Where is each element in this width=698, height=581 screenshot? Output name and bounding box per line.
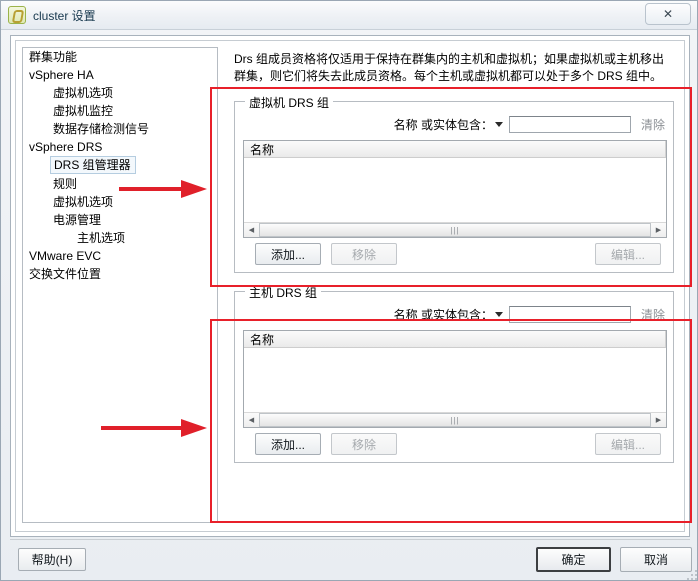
sidebar-item-datastore-heartbeat[interactable]: 数据存储检测信号	[23, 120, 217, 138]
scroll-right-icon[interactable]: ▶	[651, 413, 666, 427]
vm-edit-button: 编辑...	[595, 243, 661, 265]
vm-drs-group-list[interactable]: 名称 ◀ ||| ▶	[243, 140, 667, 238]
sidebar-row-drs-group-manager: DRS 组管理器	[23, 156, 217, 175]
sidebar-item-rules[interactable]: 规则	[23, 175, 217, 193]
footer-divider	[10, 539, 690, 540]
sidebar-item-vsphere-ha[interactable]: vSphere HA	[23, 66, 217, 84]
cluster-icon	[8, 6, 26, 24]
sidebar-item-cluster-features[interactable]: 群集功能	[23, 48, 217, 66]
vm-group-actions: 添加... 移除 编辑...	[235, 243, 673, 267]
scroll-right-icon[interactable]: ▶	[651, 223, 666, 237]
host-filter-clear-link[interactable]: 清除	[641, 306, 665, 323]
sidebar-item-host-options[interactable]: 主机选项	[23, 229, 217, 247]
vm-filter-input[interactable]	[508, 116, 631, 133]
title-bar: cluster 设置 ✕	[1, 1, 697, 30]
ok-button[interactable]: 确定	[536, 547, 611, 572]
sidebar-item-drs-vm-options[interactable]: 虚拟机选项	[23, 193, 217, 211]
host-remove-button: 移除	[331, 433, 397, 455]
cancel-button[interactable]: 取消	[620, 547, 692, 572]
vm-hscroll-thumb[interactable]: |||	[259, 223, 651, 237]
scroll-left-icon[interactable]: ◀	[244, 223, 259, 237]
host-filter-row: 名称 或实体包含： 清除	[394, 306, 665, 323]
sidebar-item-vmware-evc[interactable]: VMware EVC	[23, 247, 217, 265]
host-filter-input[interactable]	[508, 306, 631, 323]
window-title: cluster 设置	[33, 8, 96, 23]
dialog-content: 群集功能 vSphere HA 虚拟机选项 虚拟机监控 数据存储检测信号 vSp…	[10, 35, 690, 537]
help-button[interactable]: 帮助(H)	[18, 548, 86, 571]
vm-drs-group-box: 虚拟机 DRS 组 名称 或实体包含： 清除 名称 ◀ ||| ▶ 添加... …	[234, 94, 674, 273]
host-drs-group-title: 主机 DRS 组	[245, 284, 322, 301]
chevron-down-icon[interactable]	[494, 122, 503, 127]
settings-tree[interactable]: 群集功能 vSphere HA 虚拟机选项 虚拟机监控 数据存储检测信号 vSp…	[22, 47, 218, 523]
host-group-actions: 添加... 移除 编辑...	[235, 433, 673, 457]
vm-list-hscrollbar[interactable]: ◀ ||| ▶	[244, 222, 666, 237]
content-inner-frame: 群集功能 vSphere HA 虚拟机选项 虚拟机监控 数据存储检测信号 vSp…	[15, 40, 685, 532]
sidebar-item-vsphere-drs[interactable]: vSphere DRS	[23, 138, 217, 156]
vm-add-button[interactable]: 添加...	[255, 243, 321, 265]
resize-grip-icon[interactable]	[685, 568, 697, 580]
scroll-left-icon[interactable]: ◀	[244, 413, 259, 427]
dialog-window: cluster 设置 ✕ 群集功能 vSphere HA 虚拟机选项 虚拟机监控…	[0, 0, 698, 581]
drs-description-text: Drs 组成员资格将仅适用于保持在群集内的主机和虚拟机；如果虚拟机或主机移出群集…	[234, 52, 664, 83]
vm-remove-button: 移除	[331, 243, 397, 265]
vm-list-column-name[interactable]: 名称	[244, 141, 666, 157]
vm-drs-group-title: 虚拟机 DRS 组	[245, 94, 334, 111]
host-edit-button: 编辑...	[595, 433, 661, 455]
host-filter-label: 名称 或实体包含：	[393, 308, 493, 322]
sidebar-item-swapfile-location[interactable]: 交换文件位置	[23, 265, 217, 283]
vm-filter-clear-link[interactable]: 清除	[641, 116, 665, 133]
vm-filter-row: 名称 或实体包含： 清除	[394, 116, 665, 133]
vm-hscroll-track[interactable]: |||	[259, 223, 651, 237]
host-hscroll-thumb[interactable]: |||	[259, 413, 651, 427]
dialog-footer: 帮助(H) 确定 取消	[1, 541, 697, 580]
sidebar-item-drs-group-manager[interactable]: DRS 组管理器	[50, 156, 136, 174]
host-drs-group-box: 主机 DRS 组 名称 或实体包含： 清除 名称 ◀ ||| ▶ 添加... 移…	[234, 284, 674, 463]
vm-list-header: 名称	[244, 141, 666, 158]
sidebar-item-vm-monitoring[interactable]: 虚拟机监控	[23, 102, 217, 120]
host-drs-group-list[interactable]: 名称 ◀ ||| ▶	[243, 330, 667, 428]
host-list-header: 名称	[244, 331, 666, 348]
chevron-down-icon[interactable]	[494, 312, 503, 317]
close-icon[interactable]: ✕	[645, 3, 691, 25]
vm-list-body[interactable]	[244, 158, 666, 224]
sidebar-item-ha-vm-options[interactable]: 虚拟机选项	[23, 84, 217, 102]
host-list-body[interactable]	[244, 348, 666, 414]
vm-filter-label: 名称 或实体包含：	[393, 118, 493, 132]
scroll-grip-icon: |||	[450, 415, 460, 425]
host-add-button[interactable]: 添加...	[255, 433, 321, 455]
host-hscroll-track[interactable]: |||	[259, 413, 651, 427]
host-list-column-name[interactable]: 名称	[244, 331, 666, 347]
host-list-hscrollbar[interactable]: ◀ ||| ▶	[244, 412, 666, 427]
sidebar-item-power-management[interactable]: 电源管理	[23, 211, 217, 229]
scroll-grip-icon: |||	[450, 225, 460, 235]
right-pane: Drs 组成员资格将仅适用于保持在群集内的主机和虚拟机；如果虚拟机或主机移出群集…	[226, 47, 678, 523]
